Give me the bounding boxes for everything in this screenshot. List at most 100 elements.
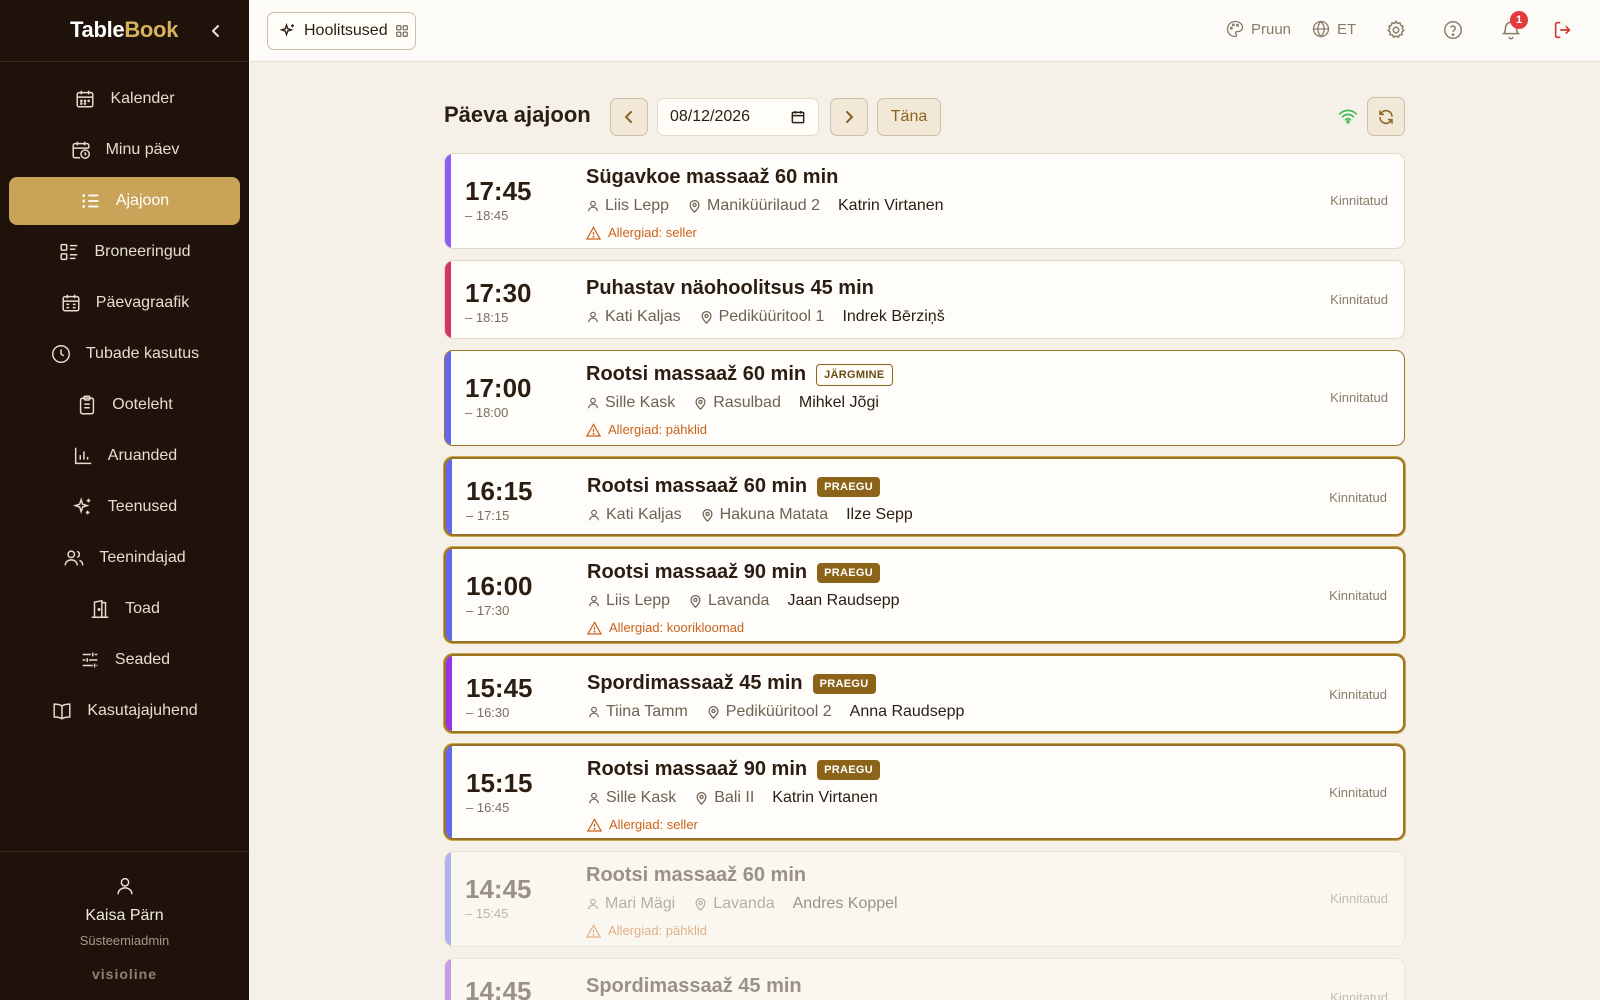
logout-icon: [1554, 21, 1571, 39]
gear-icon: [1387, 20, 1405, 39]
end-time: – 18:15: [465, 310, 509, 325]
topbar: Hoolitsused Pruun ET 1: [249, 0, 1600, 62]
collapse-sidebar-button[interactable]: [206, 20, 226, 42]
map-pin-icon: [695, 897, 706, 911]
sidebar-item-aruanded[interactable]: Aruanded: [9, 432, 240, 480]
service-name: Rootsi massaaž 90 min: [587, 561, 808, 583]
staff-group: Tiina Tamm: [587, 703, 688, 721]
end-time: – 15:45: [465, 906, 509, 921]
clipboard-icon: [80, 395, 95, 415]
brand-part2: Book: [124, 17, 179, 42]
sidebar-item-kasutajajuhend[interactable]: Kasutajajuhend: [9, 687, 240, 735]
appointment-card[interactable]: 15:45 – 16:30 Spordimassaaž 45 min PRAEGU Ti…: [444, 654, 1405, 733]
end-time: – 17:30: [466, 603, 510, 618]
appointment-card[interactable]: 16:15 – 17:15 Rootsi massaaž 60 min PRAEGU K…: [444, 457, 1405, 536]
appointment-card[interactable]: 17:30 – 18:15 Puhastav näohoolitsus 45 min…: [444, 260, 1405, 339]
service-name: Spordimassaaž 45 min: [587, 672, 803, 694]
service-name: Rootsi massaaž 60 min: [587, 475, 808, 497]
customer-name: Ilze Sepp: [846, 506, 913, 523]
door-icon: [91, 599, 109, 618]
sidebar-item-toad[interactable]: Toad: [9, 585, 240, 633]
sidebar-item-paevagraafik[interactable]: Päevagraafik: [9, 279, 240, 327]
customer-name: Jaan Raudsepp: [787, 592, 900, 609]
theme-switcher[interactable]: Pruun: [1225, 19, 1291, 39]
customer-name: Katrin Virtanen: [772, 789, 878, 806]
sidebar-item-teenused[interactable]: Teenused: [9, 483, 240, 531]
module-label: Hoolitsused: [304, 22, 388, 39]
sidebar-item-broneeringud[interactable]: Broneeringud: [9, 228, 240, 276]
user-icon: [588, 898, 598, 910]
notifications-button[interactable]: 1: [1500, 11, 1528, 41]
user-name: Kaisa Pärn: [85, 907, 164, 924]
user-icon: [589, 706, 599, 718]
next-day-button[interactable]: [830, 98, 868, 136]
sidebar-item-kalender[interactable]: Kalender: [9, 75, 240, 123]
booking-status: Kinnitatud: [1330, 989, 1388, 1000]
sidebar-item-tubade-kasutus[interactable]: Tubade kasutus: [9, 330, 240, 378]
warning-icon: [586, 225, 601, 240]
room-name: Lavanda: [713, 895, 775, 912]
service-row: Rootsi massaaž 60 min JÄRGMINE: [586, 363, 893, 386]
sidebar-item-label: Broneeringud: [94, 243, 191, 260]
map-pin-icon: [702, 508, 713, 522]
start-time: 14:45: [465, 976, 532, 1000]
logout-button[interactable]: [1552, 19, 1574, 41]
start-time: 16:00: [466, 571, 533, 601]
calendar-icon[interactable]: [790, 109, 806, 125]
service-name: Rootsi massaaž 60 min: [586, 363, 807, 385]
settings-button[interactable]: [1385, 19, 1407, 41]
appointment-card[interactable]: 16:00 – 17:30 Rootsi massaaž 90 min PRAEGU L…: [444, 547, 1405, 643]
service-row: Rootsi massaaž 60 min: [586, 864, 806, 887]
app-logo[interactable]: TableBook: [70, 17, 178, 43]
appointment-meta: Sille Kask Bali II Katrin Virtanen: [587, 789, 878, 807]
sidebar-item-label: Seaded: [114, 651, 171, 668]
map-pin-icon: [689, 199, 700, 213]
refresh-icon: [1379, 109, 1393, 124]
staff-group: Sille Kask: [587, 789, 676, 807]
palette-icon: [1226, 20, 1244, 38]
sidebar-item-seaded[interactable]: Seaded: [9, 636, 240, 684]
sidebar-item-label: Minu päev: [105, 141, 180, 158]
warning-icon: [586, 923, 601, 938]
appointment-card[interactable]: 17:45 – 18:45 Sügavkoe massaaž 60 min Liis …: [444, 153, 1405, 249]
sidebar-item-label: Päevagraafik: [95, 294, 190, 311]
help-button[interactable]: [1442, 19, 1464, 41]
date-picker-input[interactable]: 08/12/2026: [657, 98, 819, 136]
booking-status: Kinnitatud: [1330, 891, 1388, 906]
warning-icon: [587, 620, 602, 635]
end-time: – 17:15: [466, 508, 510, 523]
today-button[interactable]: Täna: [877, 98, 941, 136]
theme-label: Pruun: [1251, 20, 1292, 38]
end-time: – 16:30: [466, 705, 510, 720]
service-color-stripe: [445, 154, 451, 248]
appointment-card[interactable]: 15:15 – 16:45 Rootsi massaaž 90 min PRAEGU S…: [444, 744, 1405, 840]
sidebar-item-teenindajad[interactable]: Teenindajad: [9, 534, 240, 582]
status-badge: PRAEGU: [812, 673, 876, 694]
appointment-card[interactable]: 17:00 – 18:00 Rootsi massaaž 60 min JÄRGMIN…: [444, 350, 1405, 446]
booking-status: Kinnitatud: [1329, 588, 1387, 603]
appointment-meta: Kati Kaljas Pediküüritool 1 Indrek Bērziņš: [586, 308, 945, 326]
user-icon: [588, 200, 598, 212]
sidebar-item-ooteleht[interactable]: Ooteleht: [9, 381, 240, 429]
appointment-card[interactable]: 14:45– 15:30Spordimassaaž 45 minLiis Lep…: [444, 958, 1405, 1000]
start-time: 17:30: [465, 278, 532, 308]
staff-group: Kati Kaljas: [586, 308, 681, 326]
service-row: Rootsi massaaž 60 min PRAEGU: [587, 475, 880, 498]
end-time: – 16:45: [466, 800, 510, 815]
page-title: Päeva ajajoon: [444, 102, 591, 127]
previous-day-button[interactable]: [610, 98, 648, 136]
sidebar-item-ajajoon[interactable]: Ajajoon: [9, 177, 240, 225]
refresh-button[interactable]: [1367, 97, 1405, 136]
room-group: Pediküüritool 2: [706, 703, 832, 721]
date-value: 08/12/2026: [670, 108, 751, 125]
module-switcher-button[interactable]: Hoolitsused: [267, 12, 416, 50]
appointment-card[interactable]: 14:45 – 15:45 Rootsi massaaž 60 min Mari Mä…: [444, 851, 1405, 947]
wifi-icon: [1338, 109, 1358, 124]
language-switcher[interactable]: ET: [1311, 19, 1356, 39]
sidebar-item-minu-paev[interactable]: Minu päev: [9, 126, 240, 174]
calendar-icon: [76, 90, 94, 108]
sidebar-item-label: Ajajoon: [115, 192, 170, 209]
language-label: ET: [1337, 20, 1357, 38]
appointment-meta: Tiina Tamm Pediküüritool 2 Anna Raudsepp: [587, 703, 964, 721]
staff-name: Tiina Tamm: [606, 703, 688, 720]
